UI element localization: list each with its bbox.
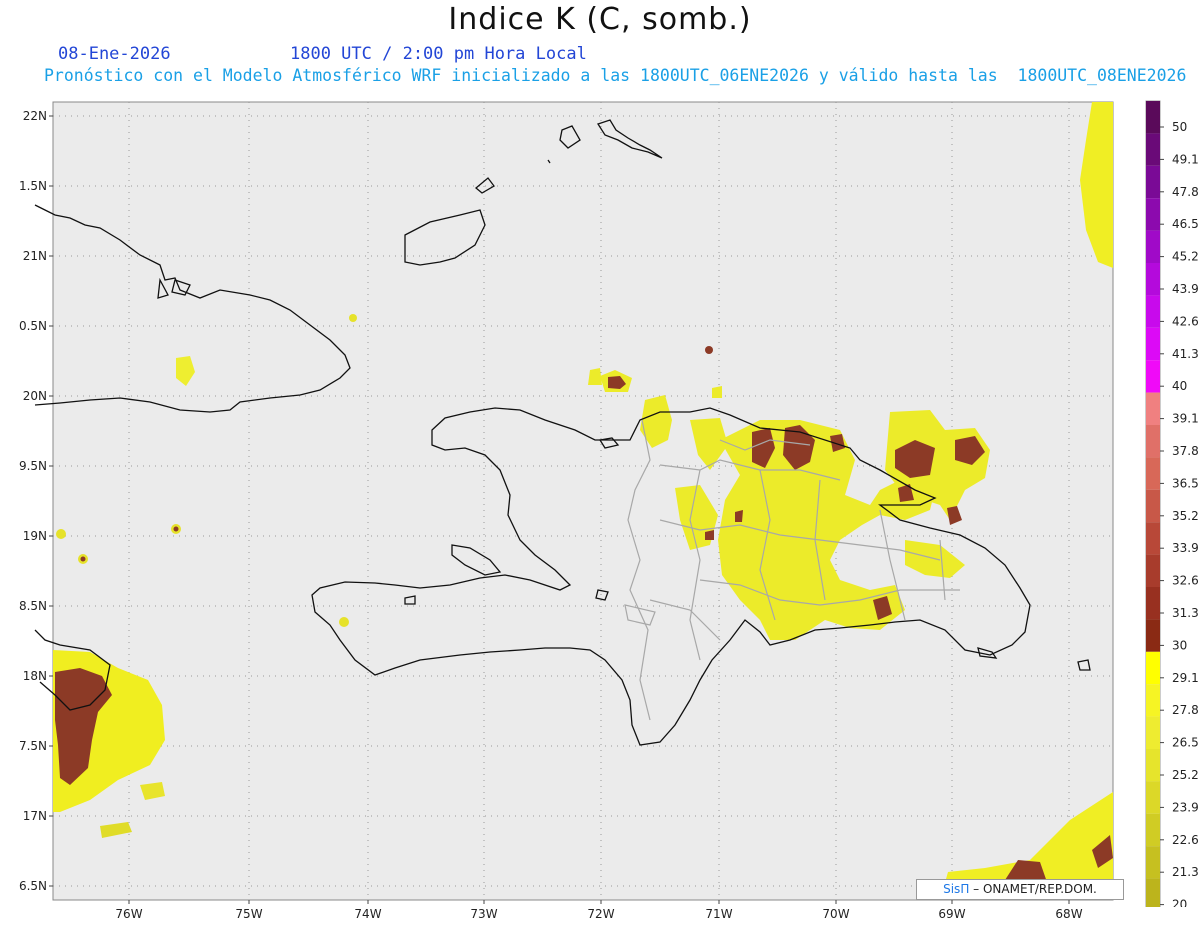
credit-box: SisΠ – ONAMET/REP.DOM. [916,879,1124,900]
legend-swatch [1146,327,1160,361]
lon-label: 72W [587,907,614,921]
legend-swatch [1146,295,1160,328]
legend-label: 45.2 [1172,250,1199,264]
lat-label: 18N [23,669,47,683]
legend-label: 30 [1172,638,1187,652]
legend-label: 49.1 [1172,152,1199,166]
legend-label: 43.9 [1172,282,1199,296]
lon-label: 69W [938,907,965,921]
legend-swatch [1146,522,1160,555]
legend-label: 29.1 [1172,671,1199,685]
lon-label: 71W [705,907,732,921]
legend-label: 35.2 [1172,509,1199,523]
legend-swatch [1146,165,1160,199]
lat-label: 1.5N [19,179,47,193]
longitude-labels: 76W 75W 74W 73W 72W 71W 70W 69W 68W [115,907,1082,921]
legend-label: 42.6 [1172,314,1199,328]
credit-org: – ONAMET/REP.DOM. [969,882,1097,896]
legend-swatch [1146,457,1160,490]
legend-swatch [1146,781,1160,814]
legend-label: 25.2 [1172,768,1199,782]
legend-label: 37.8 [1172,444,1199,458]
legend-swatch [1146,716,1160,749]
legend-label: 21.3 [1172,865,1199,879]
credit-brand: SisΠ [943,882,970,896]
lon-label: 68W [1055,907,1082,921]
legend-label: 32.6 [1172,574,1199,588]
lat-label: 22N [23,109,47,123]
legend-label: 47.8 [1172,185,1199,199]
lat-label: 6.5N [19,879,47,893]
legend-label: 31.3 [1172,606,1199,620]
legend-label: 20 [1172,898,1187,907]
lon-label: 73W [470,907,497,921]
legend-swatch [1146,392,1160,425]
latitude-labels: 22N 1.5N 21N 0.5N 20N 9.5N 19N 8.5N 18N 7.5N 17N 6.… [19,109,47,893]
legend-label: 50 [1172,120,1187,134]
lat-label: 20N [23,389,47,403]
legend-label: 22.6 [1172,833,1199,847]
legend-swatch [1146,684,1160,717]
lat-label: 17N [23,809,47,823]
legend-swatch [1146,360,1160,393]
lat-label: 21N [23,249,47,263]
legend-label: 33.9 [1172,541,1199,555]
legend-label: 27.8 [1172,703,1199,717]
lat-label: 9.5N [19,459,47,473]
legend-swatch [1146,651,1160,685]
legend-label: 39.1 [1172,412,1199,426]
legend-swatch [1146,198,1160,231]
legend-swatch [1146,263,1160,296]
legend-label: 23.9 [1172,800,1199,814]
lon-label: 70W [822,907,849,921]
legend-label: 41.3 [1172,347,1199,361]
legend-label: 26.5 [1172,736,1199,750]
legend-swatch [1146,489,1160,523]
k-index-map: 22N 1.5N 21N 0.5N 20N 9.5N 19N 8.5N 18N 7.5N 17N 6.… [19,101,1114,921]
legend-label: 40 [1172,379,1187,393]
legend-swatch [1146,846,1160,879]
legend-swatch [1146,587,1160,620]
legend-swatch [1146,554,1160,587]
legend-label: 46.5 [1172,217,1199,231]
lon-label: 74W [354,907,381,921]
legend-swatch [1146,133,1160,166]
lat-label: 0.5N [19,319,47,333]
color-legend: 50 49.1 47.8 46.5 45.2 43.9 42.6 41.3 40 39.1 37.8… [1145,100,1199,907]
lon-label: 76W [115,907,142,921]
lat-label: 7.5N [19,739,47,753]
legend-swatch [1146,749,1160,782]
legend-swatch [1146,878,1160,907]
legend-label: 36.5 [1172,476,1199,490]
lat-label: 8.5N [19,599,47,613]
legend-swatch [1146,230,1160,263]
lat-label: 19N [23,529,47,543]
lon-label: 75W [235,907,262,921]
legend-swatch [1146,425,1160,458]
legend-swatch [1146,101,1160,134]
legend-swatch [1146,619,1160,652]
legend-swatch [1146,813,1160,847]
